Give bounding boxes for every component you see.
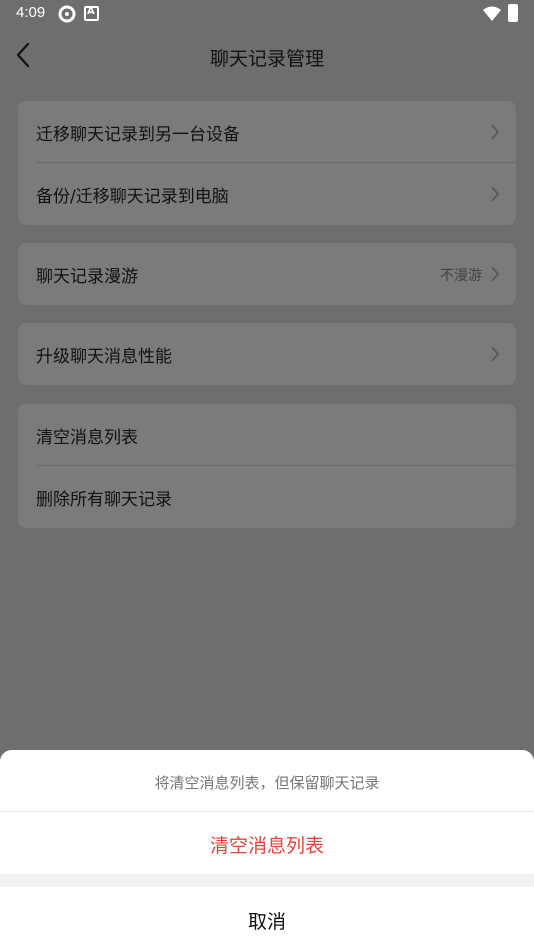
item-label: 删除所有聊天记录 <box>36 490 172 510</box>
migrate-to-device-item[interactable]: 迁移聊天记录到另一台设备 <box>18 101 516 163</box>
action-sheet: 将清空消息列表，但保留聊天记录 清空消息列表 取消 <box>0 750 534 950</box>
cancel-button[interactable]: 取消 <box>0 887 534 950</box>
settings-card-roaming: 聊天记录漫游 不漫游 <box>18 243 516 305</box>
item-label: 备份/迁移聊天记录到电脑 <box>36 187 229 207</box>
sync-icon <box>58 5 76 23</box>
item-label: 清空消息列表 <box>36 428 138 448</box>
settings-card-clear: 清空消息列表 删除所有聊天记录 <box>18 404 516 528</box>
clear-message-list-item[interactable]: 清空消息列表 <box>18 404 516 466</box>
status-bar: 4:09 <box>0 0 534 28</box>
confirm-clear-button[interactable]: 清空消息列表 <box>0 812 534 874</box>
battery-icon <box>508 4 518 22</box>
status-time: 4:09 <box>16 4 46 21</box>
notification-icon <box>84 6 99 21</box>
sheet-hint: 将清空消息列表，但保留聊天记录 <box>0 750 534 812</box>
item-label: 升级聊天消息性能 <box>36 347 172 367</box>
settings-card-performance: 升级聊天消息性能 <box>18 323 516 385</box>
chevron-right-icon <box>491 124 500 140</box>
item-label: 迁移聊天记录到另一台设备 <box>36 125 240 145</box>
page-title: 聊天记录管理 <box>209 48 324 70</box>
chevron-right-icon <box>491 266 500 282</box>
chevron-right-icon <box>491 346 500 362</box>
chevron-right-icon <box>491 186 500 202</box>
backup-to-pc-item[interactable]: 备份/迁移聊天记录到电脑 <box>18 163 516 225</box>
roaming-value: 不漫游 <box>440 268 482 284</box>
item-label: 聊天记录漫游 <box>36 267 138 287</box>
delete-all-history-item[interactable]: 删除所有聊天记录 <box>18 466 516 528</box>
chat-roaming-item[interactable]: 聊天记录漫游 不漫游 <box>18 243 516 305</box>
wifi-icon <box>483 6 501 21</box>
settings-card-migrate: 迁移聊天记录到另一台设备 备份/迁移聊天记录到电脑 <box>18 101 516 225</box>
upgrade-performance-item[interactable]: 升级聊天消息性能 <box>18 323 516 385</box>
nav-header: 聊天记录管理 <box>0 30 534 86</box>
